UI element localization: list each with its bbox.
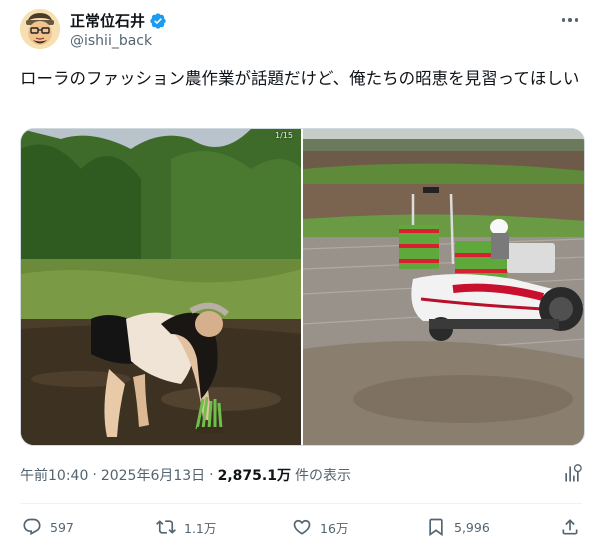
divider (20, 503, 582, 504)
share-button[interactable] (560, 512, 580, 542)
heart-icon (293, 519, 311, 535)
views-count: 2,875.1万 (217, 468, 291, 484)
like-count: 16万 (320, 520, 349, 536)
media-grid: 1/15 (20, 128, 585, 446)
author-display-name[interactable]: 正常位石井 (70, 10, 145, 31)
repost-button[interactable]: 1.1万 (156, 512, 216, 542)
reply-icon (23, 518, 41, 536)
meta-separator: · (92, 467, 97, 483)
post-meta: 午前10:40 · 2025年6月13日 · 2,875.1万 件の表示 (20, 465, 351, 485)
bookmark-button[interactable]: 5,996 (426, 512, 490, 542)
verified-badge-icon (150, 12, 166, 29)
analytics-icon[interactable] (562, 464, 582, 484)
repost-count: 1.1万 (184, 520, 217, 536)
post-text: ローラのファッション農作業が話題だけど、俺たちの昭恵を見習ってほしい (20, 69, 580, 88)
share-icon (562, 519, 578, 535)
post-time[interactable]: 午前10:40 (20, 465, 88, 485)
reply-count: 597 (50, 519, 74, 535)
avatar[interactable] (20, 9, 60, 49)
like-button[interactable]: 16万 (292, 512, 348, 542)
repost-icon (156, 520, 176, 534)
avatar-image (20, 9, 60, 49)
media-counter: 1/15 (275, 131, 293, 140)
author-name-row: 正常位石井 (70, 10, 167, 31)
views-label: 件の表示 (294, 468, 351, 484)
more-options-icon[interactable] (558, 12, 582, 28)
action-bar: 597 1.1万 16万 5,996 (20, 512, 582, 542)
photo-rice-transplanter[interactable] (303, 129, 584, 445)
reply-button[interactable]: 597 (22, 512, 74, 542)
post-date[interactable]: 2025年6月13日 (101, 465, 205, 485)
post-card: 正常位石井 @ishii_back ローラのファッション農作業が話題だけど、俺た… (0, 0, 594, 545)
photo-woman-planting-rice[interactable]: 1/15 (21, 129, 301, 445)
bookmark-icon (429, 518, 443, 537)
meta-separator: · (209, 467, 214, 483)
author-handle[interactable]: @ishii_back (70, 33, 152, 49)
bookmark-count: 5,996 (454, 519, 490, 535)
